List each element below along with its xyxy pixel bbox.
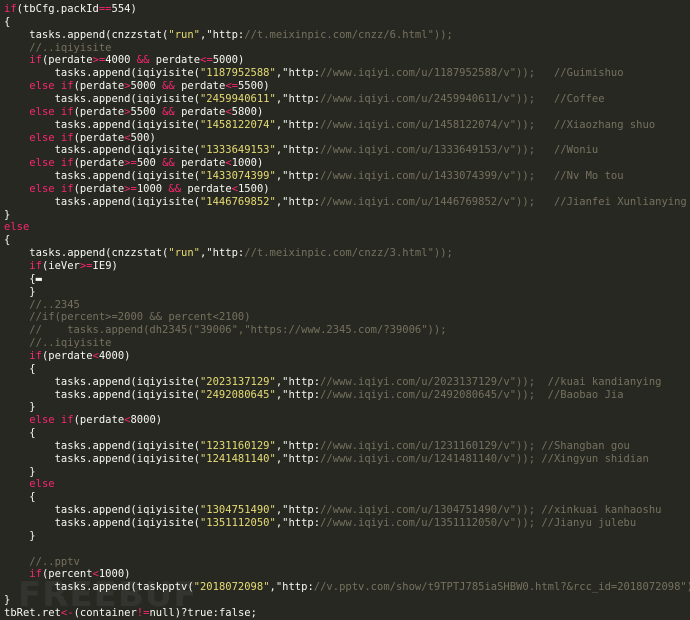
code-line-8: tasks.append(iqiyisite("2459940611","htt… [4, 92, 605, 105]
code-line-4: //..iqiyisite [29, 41, 112, 54]
code-line-9: else if(perdate>5500 && perdate<5800) [29, 105, 264, 118]
code-line-10: tasks.append(iqiyisite("1458122074","htt… [4, 118, 656, 131]
code-line-40: tasks.append(iqiyisite("1304751490","htt… [4, 504, 662, 517]
code-line-14: tasks.append(iqiyisite("1433074399","htt… [4, 170, 624, 183]
code-line-41: tasks.append(iqiyisite("1351112050","htt… [4, 517, 637, 529]
code-line-30: tasks.append(iqiyisite("2023137129","htt… [4, 375, 662, 388]
code-line-3: tasks.append(cnzzstat("run","http://t.me… [4, 28, 453, 41]
code-line-31: tasks.append(iqiyisite("2492080645","htt… [4, 388, 624, 401]
code-line-2: { [4, 15, 11, 28]
code-editor[interactable]: if(tbCfg.packId==554){ tasks.append(cnzz… [0, 0, 690, 620]
code-line-34: { [4, 427, 36, 440]
code-line-37: } [4, 465, 36, 478]
code-line-21: if(ieVer>=IE9) [29, 260, 118, 272]
code-line-18: else [4, 221, 30, 234]
code-line-44: //..pptv [29, 555, 80, 568]
code-line-23: } [4, 285, 36, 298]
code-line-38: else [29, 478, 55, 491]
code-line-28: if(perdate<4000) [29, 349, 131, 362]
code-line-24: //..2345 [29, 298, 80, 311]
code-line-33: else if(perdate<8000) [29, 414, 163, 427]
code-line-42: } [4, 529, 36, 542]
code-line-25: //if(percent>=2000 && percent<2100) [29, 311, 251, 324]
code-line-26: // tasks.append(dh2345("39006","https://… [29, 324, 447, 337]
code-line-20: tasks.append(cnzzstat("run","http://t.me… [4, 247, 453, 260]
code-line-12: tasks.append(iqiyisite("1333649153","htt… [4, 144, 599, 157]
code-line-47: } [4, 594, 11, 607]
code-line-13: else if(perdate>=500 && perdate<1000) [29, 157, 264, 170]
code-line-19: { [4, 234, 11, 247]
code-line-35: tasks.append(iqiyisite("1231160129","htt… [4, 439, 630, 452]
code-line-22: {▬ [4, 272, 42, 285]
code-line-39: { [4, 491, 36, 504]
freebuf-watermark: FREEBUF [18, 575, 198, 615]
code-line-16: tasks.append(iqiyisite("1446769852","htt… [4, 195, 687, 208]
code-line-11: else if(perdate<500) [29, 131, 156, 144]
code-line-6: tasks.append(iqiyisite("1187952588","htt… [4, 67, 624, 80]
code-line-15: else if(perdate>=1000 && perdate<1500) [29, 182, 270, 195]
code-line-36: tasks.append(iqiyisite("1241481140","htt… [4, 452, 649, 465]
code-line-27: //..iqiyisite [29, 337, 112, 350]
code-line-1: if(tbCfg.packId==554) [4, 3, 137, 15]
code-line-17: } [4, 208, 11, 221]
code-line-29: { [4, 362, 36, 375]
code-line-7: else if(perdate>5000 && perdate<=5500) [29, 80, 270, 93]
code-line-5: if(perdate>=4000 && perdate<=5000) [29, 54, 245, 67]
code-line-32: } [4, 401, 36, 414]
